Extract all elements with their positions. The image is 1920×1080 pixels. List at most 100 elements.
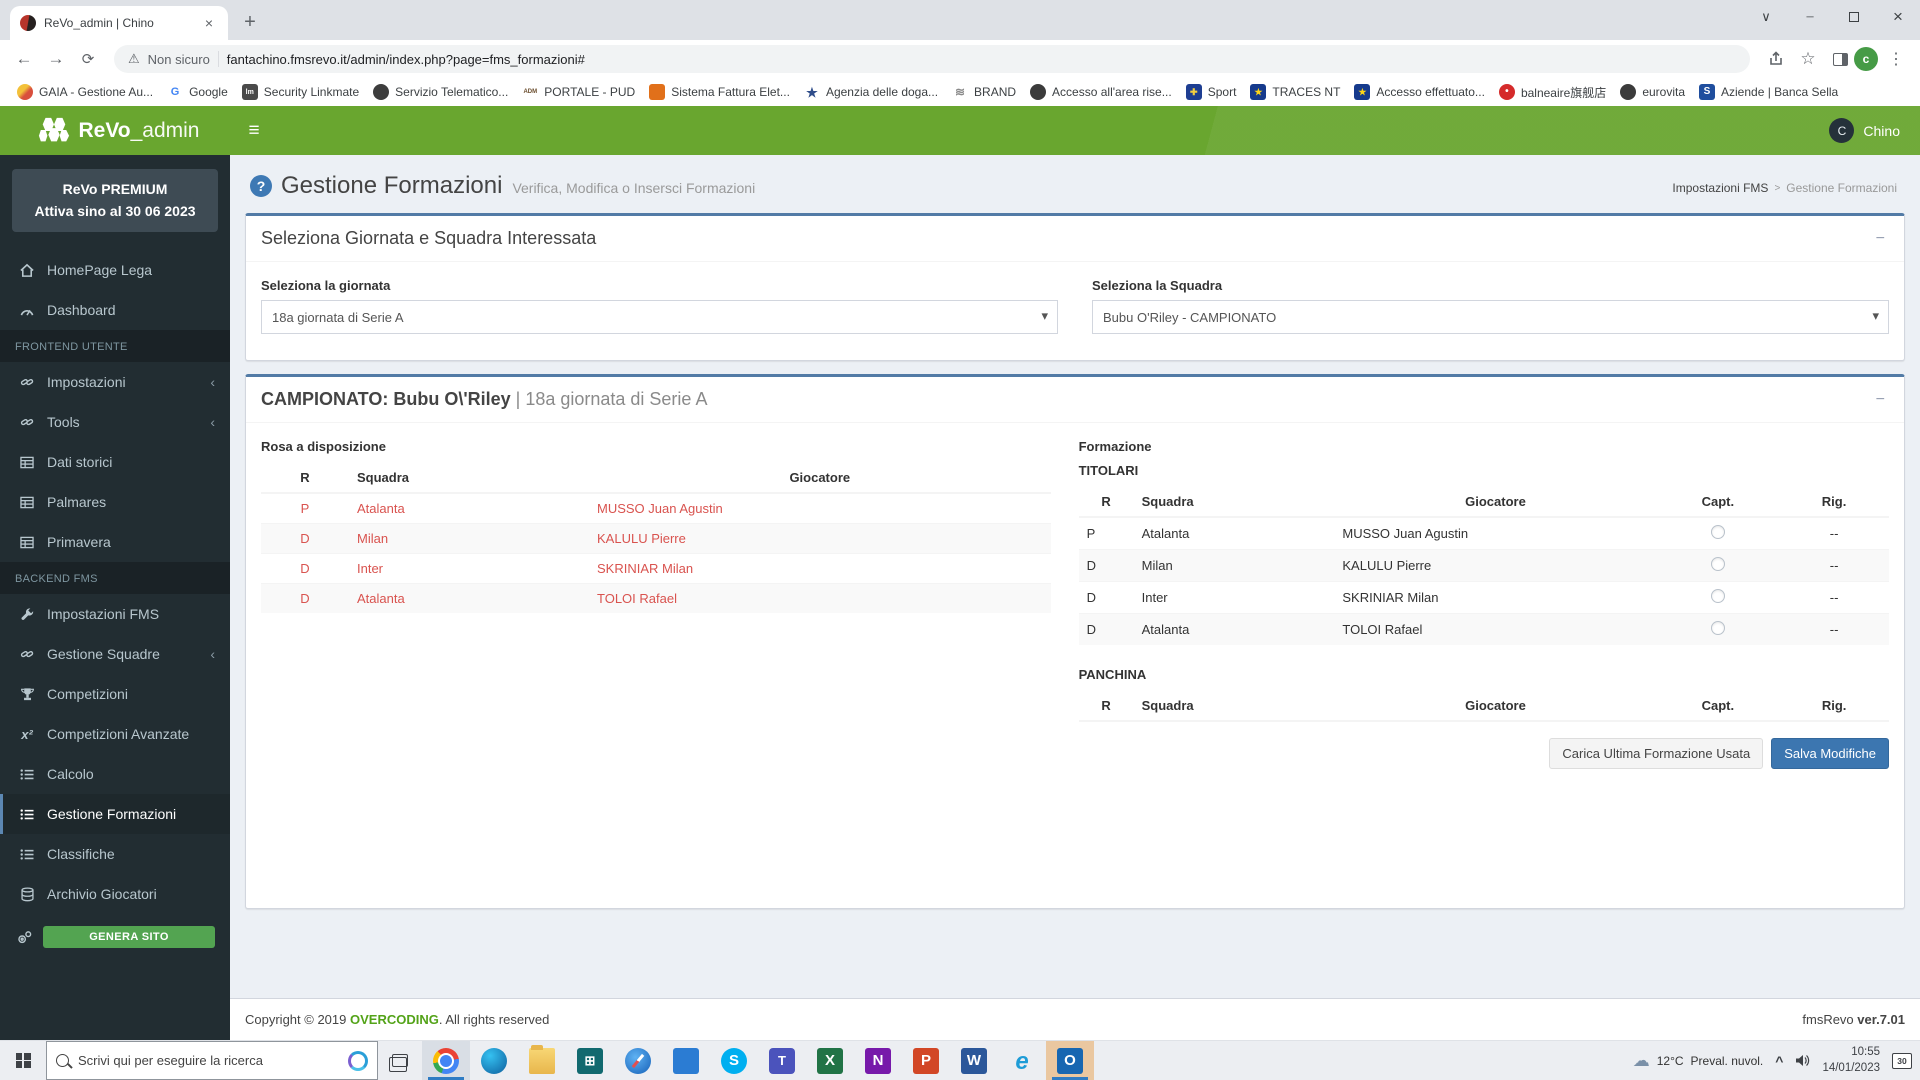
volume-icon[interactable]	[1795, 1054, 1810, 1067]
bookmark-item[interactable]: ★ TRACES NT	[1243, 81, 1347, 103]
sidebar-item[interactable]: Competizioni	[0, 674, 230, 714]
share-icon[interactable]	[1762, 45, 1790, 73]
roster-role[interactable]: D	[261, 583, 349, 613]
roster-role[interactable]: D	[261, 553, 349, 584]
sidebar-toggle-icon[interactable]	[230, 106, 278, 155]
captain-radio[interactable]	[1710, 557, 1725, 571]
action-center-icon[interactable]: 30	[1892, 1052, 1912, 1069]
sidebar-item[interactable]: Archivio Giocatori	[0, 874, 230, 914]
save-changes-button[interactable]: Salva Modifiche	[1771, 738, 1889, 769]
file-explorer-icon[interactable]	[518, 1041, 566, 1080]
address-bar[interactable]: Non sicuro fantachino.fmsrevo.it/admin/i…	[114, 45, 1750, 73]
roster-row[interactable]: P Atalanta MUSSO Juan Agustin	[261, 492, 1051, 524]
bookmark-item[interactable]: lm Security Linkmate	[235, 81, 366, 103]
maximize-button[interactable]	[1832, 0, 1876, 34]
not-secure-icon[interactable]	[128, 51, 140, 67]
bookmark-item[interactable]: S Aziende | Banca Sella	[1692, 81, 1845, 103]
captain-radio[interactable]	[1710, 525, 1725, 539]
sidebar-item[interactable]: Gestione Formazioni	[0, 794, 230, 835]
sidebar-item[interactable]: Impostazioni FMS	[0, 594, 230, 634]
bookmark-item[interactable]: • balneaire旗舰店	[1492, 81, 1613, 103]
sidebar-item[interactable]: Impostazioni ‹	[0, 362, 230, 402]
sidebar-item[interactable]: Tools ‹	[0, 402, 230, 442]
edge-icon[interactable]	[470, 1041, 518, 1080]
roster-row[interactable]: D Milan KALULU Pierre	[261, 523, 1051, 554]
bookmark-item[interactable]: Accesso all'area rise...	[1023, 81, 1179, 103]
new-tab-button[interactable]	[236, 8, 264, 36]
sidebar-item[interactable]: Primavera	[0, 522, 230, 562]
skype-icon[interactable]: S	[710, 1041, 758, 1080]
minimize-button[interactable]	[1788, 0, 1832, 34]
bookmark-item[interactable]: GAIA - Gestione Au...	[10, 81, 160, 103]
help-icon[interactable]	[250, 175, 272, 197]
bookmark-item[interactable]: G Google	[160, 81, 235, 103]
microsoft-store-icon[interactable]: ⊞	[566, 1041, 614, 1080]
tab-close-icon[interactable]	[200, 14, 218, 32]
bookmark-item[interactable]: Servizio Telematico...	[366, 81, 515, 103]
compass-browser-icon[interactable]	[614, 1041, 662, 1080]
app-grid-icon[interactable]	[662, 1041, 710, 1080]
app-logo[interactable]: ReVo_admin	[0, 106, 230, 155]
chrome-icon[interactable]	[422, 1041, 470, 1080]
sidebar-item[interactable]: Gestione Squadre ‹	[0, 634, 230, 674]
forward-button[interactable]	[42, 45, 70, 73]
giornata-select[interactable]: 18a giornata di Serie A	[261, 300, 1058, 334]
roster-player-link[interactable]: KALULU Pierre	[589, 523, 1051, 554]
roster-role[interactable]: P	[261, 492, 349, 524]
browser-profile-avatar[interactable]: c	[1854, 47, 1878, 71]
roster-team[interactable]: Atalanta	[349, 492, 589, 524]
sidebar-item[interactable]: Dati storici	[0, 442, 230, 482]
teams-icon[interactable]: T	[758, 1041, 806, 1080]
onenote-icon[interactable]: N	[854, 1041, 902, 1080]
sidebar-item[interactable]: x² Competizioni Avanzate	[0, 714, 230, 754]
bookmark-item[interactable]: ★ Agenzia delle doga...	[797, 81, 945, 103]
roster-role[interactable]: D	[261, 523, 349, 554]
excel-icon[interactable]: X	[806, 1041, 854, 1080]
genera-sito-button[interactable]: GENERA SITO	[43, 926, 215, 949]
collapse-icon[interactable]	[1872, 230, 1889, 248]
sidebar-item[interactable]: Classifiche	[0, 834, 230, 874]
bookmark-item[interactable]: ADM PORTALE - PUD	[515, 81, 642, 103]
bookmark-item[interactable]: ✚ Sport	[1179, 81, 1244, 103]
roster-row[interactable]: D Atalanta TOLOI Rafael	[261, 583, 1051, 613]
roster-row[interactable]: D Inter SKRINIAR Milan	[261, 553, 1051, 584]
outlook-icon[interactable]: O	[1046, 1041, 1094, 1080]
tab-search-icon[interactable]	[1744, 0, 1788, 34]
overcoding-link[interactable]: OVERCODING	[350, 1012, 439, 1027]
sidebar-item[interactable]: Palmares	[0, 482, 230, 522]
squadra-select[interactable]: Bubu O'Riley - CAMPIONATO	[1092, 300, 1889, 334]
roster-team[interactable]: Atalanta	[349, 583, 589, 613]
bookmark-item[interactable]: eurovita	[1613, 81, 1692, 103]
internet-explorer-icon[interactable]: e	[998, 1041, 1046, 1080]
bookmark-item[interactable]: ≋ BRAND	[945, 81, 1023, 103]
taskbar-search[interactable]: Scrivi qui per eseguire la ricerca	[46, 1041, 378, 1080]
roster-team[interactable]: Inter	[349, 553, 589, 584]
sidebar-item[interactable]: Dashboard	[0, 290, 230, 330]
load-last-formation-button[interactable]: Carica Ultima Formazione Usata	[1549, 738, 1764, 769]
powerpoint-icon[interactable]: P	[902, 1041, 950, 1080]
side-panel-icon[interactable]	[1826, 45, 1854, 73]
roster-team[interactable]: Milan	[349, 523, 589, 554]
back-button[interactable]	[10, 45, 38, 73]
breadcrumb-link[interactable]: Impostazioni FMS	[1672, 181, 1768, 195]
roster-player-link[interactable]: MUSSO Juan Agustin	[589, 492, 1051, 524]
taskbar-clock[interactable]: 10:55 14/01/2023	[1822, 1045, 1880, 1076]
word-icon[interactable]: W	[950, 1041, 998, 1080]
close-window-button[interactable]	[1876, 0, 1920, 34]
captain-radio[interactable]	[1710, 621, 1725, 635]
cortana-icon[interactable]	[348, 1050, 368, 1071]
roster-player-link[interactable]: SKRINIAR Milan	[589, 553, 1051, 584]
captain-radio[interactable]	[1710, 589, 1725, 603]
browser-tab[interactable]: ReVo_admin | Chino	[10, 6, 228, 40]
bookmark-item[interactable]: Sistema Fattura Elet...	[642, 81, 797, 103]
weather-widget[interactable]: 12°C Preval. nuvol.	[1633, 1051, 1763, 1069]
browser-menu-icon[interactable]	[1882, 45, 1910, 73]
collapse-icon[interactable]	[1872, 391, 1889, 409]
task-view-button[interactable]	[378, 1041, 422, 1080]
reload-button[interactable]	[74, 45, 102, 73]
start-button[interactable]	[0, 1041, 46, 1080]
header-user-menu[interactable]: C Chino	[1809, 106, 1920, 155]
bookmark-star-icon[interactable]	[1794, 45, 1822, 73]
sidebar-item[interactable]: Calcolo	[0, 754, 230, 794]
hidden-icons-chevron[interactable]	[1775, 1053, 1783, 1069]
